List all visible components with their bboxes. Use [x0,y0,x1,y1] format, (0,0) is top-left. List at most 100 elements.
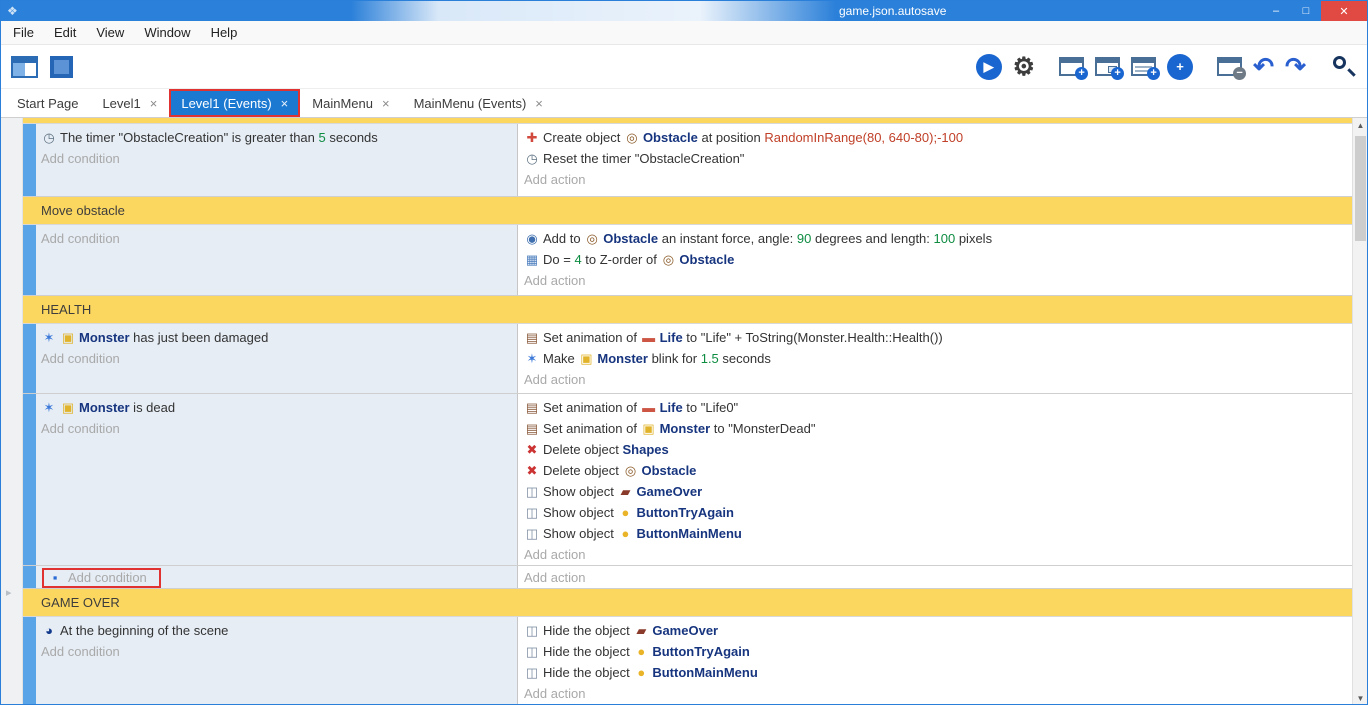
actions-cell[interactable]: ◫Hide the object ▰GameOver◫Hide the obje… [517,617,1354,705]
menu-help[interactable]: Help [201,22,248,43]
actions-cell[interactable]: ✚Create object ◎Obstacle at position Ran… [517,124,1354,196]
action-line[interactable]: ◉Add to ◎Obstacle an instant force, angl… [524,228,1354,249]
actions-cell[interactable]: ▤Set animation of ▬Life to "Life" + ToSt… [517,324,1354,393]
condition-line[interactable]: ◕At the beginning of the scene [41,620,517,641]
tab-mainmenu[interactable]: MainMenu× [300,89,401,117]
tab-level1[interactable]: Level1× [90,89,169,117]
add-condition-button[interactable]: Add condition [41,228,517,249]
begin-scene-icon: ◕ [41,620,57,641]
actions-cell[interactable]: ▤Set animation of ▬Life to "Life0"▤Set a… [517,394,1354,565]
undo-button[interactable]: ↶ [1253,54,1274,80]
search-button[interactable] [1330,53,1357,80]
close-button[interactable]: ✕ [1321,1,1367,21]
scroll-down-icon[interactable]: ▼ [1353,691,1367,705]
tab-start-page[interactable]: Start Page [5,89,90,117]
tab-close-icon[interactable]: × [535,96,543,111]
tab-label: MainMenu (Events) [414,96,527,111]
blue-document-icon[interactable] [50,56,73,78]
add-action-button[interactable]: Add action [524,369,1354,390]
button-thumb-icon: ● [633,662,649,683]
obstacle-thumb-icon: ◎ [584,228,600,249]
minimize-button[interactable]: – [1261,1,1291,21]
add-action-button[interactable]: Add action [524,169,1354,190]
scene-window-icon[interactable] [11,56,38,78]
redo-button[interactable]: ↷ [1285,54,1306,80]
preview-button[interactable]: ▶ [976,54,1002,80]
debug-button[interactable]: ⚙ [1013,54,1035,80]
action-line[interactable]: ✚Create object ◎Obstacle at position Ran… [524,127,1354,148]
tab-mainmenu-events[interactable]: MainMenu (Events) × [402,89,555,117]
event-row: Add condition ◉Add to ◎Obstacle an instan… [23,225,1354,296]
add-action-button[interactable]: Add action [524,270,1354,291]
event-depth-strip [23,617,36,705]
menu-view[interactable]: View [86,22,134,43]
action-line[interactable]: ▤Set animation of ▬Life to "Life0" [524,397,1354,418]
action-line[interactable]: ◷Reset the timer "ObstacleCreation" [524,148,1354,169]
menubar: FileEditViewWindowHelp [1,21,1367,45]
add-condition-button[interactable]: Add condition [41,348,517,369]
gameover-thumb-icon: ▰ [617,481,633,502]
visibility-icon: ◫ [524,620,540,641]
comment-row[interactable]: Move obstacle [23,197,1354,225]
action-line[interactable]: ✖Delete object ◎Obstacle [524,460,1354,481]
actions-cell[interactable]: ◉Add to ◎Obstacle an instant force, angl… [517,225,1354,295]
maximize-button[interactable]: □ [1291,1,1321,21]
conditions-cell[interactable]: Add condition [36,225,517,295]
action-line[interactable]: ◫Hide the object ●ButtonMainMenu [524,662,1354,683]
title-glare [351,1,836,21]
life-thumb-icon: ▬ [641,327,657,348]
add-condition-button[interactable]: Add condition [41,148,517,169]
action-line[interactable]: ◫Hide the object ▰GameOver [524,620,1354,641]
conditions-cell[interactable]: ✶▣Monster is deadAdd condition [36,394,517,565]
add-condition-button[interactable]: Add condition [41,418,517,439]
events-list: ◷The timer "ObstacleCreation" is greater… [23,118,1354,705]
scrollbar-thumb[interactable] [1355,136,1366,241]
comment-row[interactable]: GAME OVER [23,589,1354,617]
tab-close-icon[interactable]: × [382,96,390,111]
add-comment-button[interactable]: + [1131,57,1156,76]
add-subevent-button[interactable]: + [1095,57,1120,76]
add-event-button[interactable]: + [1059,57,1084,76]
action-line[interactable]: ▤Set animation of ▣Monster to "MonsterDe… [524,418,1354,439]
conditions-cell[interactable]: ▪Add condition [36,566,517,588]
tab-level1-events[interactable]: Level1 (Events)× [169,89,300,117]
toolbar: ▶ ⚙ + + + + −↶ ↷ [1,45,1367,89]
action-line[interactable]: ✖Delete object Shapes [524,439,1354,460]
conditions-cell[interactable]: ◷The timer "ObstacleCreation" is greater… [36,124,517,196]
toggle-disable-button[interactable]: − [1217,57,1242,76]
tab-close-icon[interactable]: × [150,96,158,111]
action-line[interactable]: ◫Show object ●ButtonTryAgain [524,502,1354,523]
action-line[interactable]: ◫Show object ●ButtonMainMenu [524,523,1354,544]
add-action-button[interactable]: Add action [524,683,1354,704]
tab-close-icon[interactable]: × [281,96,289,111]
comment-row[interactable]: HEALTH [23,296,1354,324]
action-line[interactable]: ◫Hide the object ●ButtonTryAgain [524,641,1354,662]
add-action-button[interactable]: Add action [524,544,1354,565]
add-condition-button[interactable]: ▪Add condition [42,568,161,588]
tab-label: Start Page [17,96,78,111]
menu-file[interactable]: File [3,22,44,43]
conditions-cell[interactable]: ✶▣Monster has just been damagedAdd condi… [36,324,517,393]
add-condition-button[interactable]: Add condition [41,641,517,662]
condition-line[interactable]: ✶▣Monster has just been damaged [41,327,517,348]
conditions-cell[interactable]: ◕At the beginning of the sceneAdd condit… [36,617,517,705]
add-more-button[interactable]: + [1167,54,1193,80]
action-line[interactable]: ▦Do = 4 to Z-order of ◎Obstacle [524,249,1354,270]
window-controls: – □ ✕ [1261,1,1367,21]
vertical-scrollbar[interactable]: ▲ ▼ [1352,118,1367,705]
damage-icon: ✶ [41,327,57,348]
menu-window[interactable]: Window [134,22,200,43]
condition-line[interactable]: ◷The timer "ObstacleCreation" is greater… [41,127,517,148]
action-line[interactable]: ▤Set animation of ▬Life to "Life" + ToSt… [524,327,1354,348]
tabbar: Start PageLevel1×Level1 (Events)×MainMen… [1,89,1367,118]
event-depth-strip [23,124,36,196]
actions-cell[interactable]: Add action [517,566,1354,588]
scroll-up-icon[interactable]: ▲ [1353,118,1367,133]
menu-edit[interactable]: Edit [44,22,86,43]
damage-icon: ✶ [524,348,540,369]
action-line[interactable]: ◫Show object ▰GameOver [524,481,1354,502]
add-action-button[interactable]: Add action [524,567,585,588]
condition-line[interactable]: ✶▣Monster is dead [41,397,517,418]
visibility-icon: ◫ [524,523,540,544]
action-line[interactable]: ✶Make ▣Monster blink for 1.5 seconds [524,348,1354,369]
